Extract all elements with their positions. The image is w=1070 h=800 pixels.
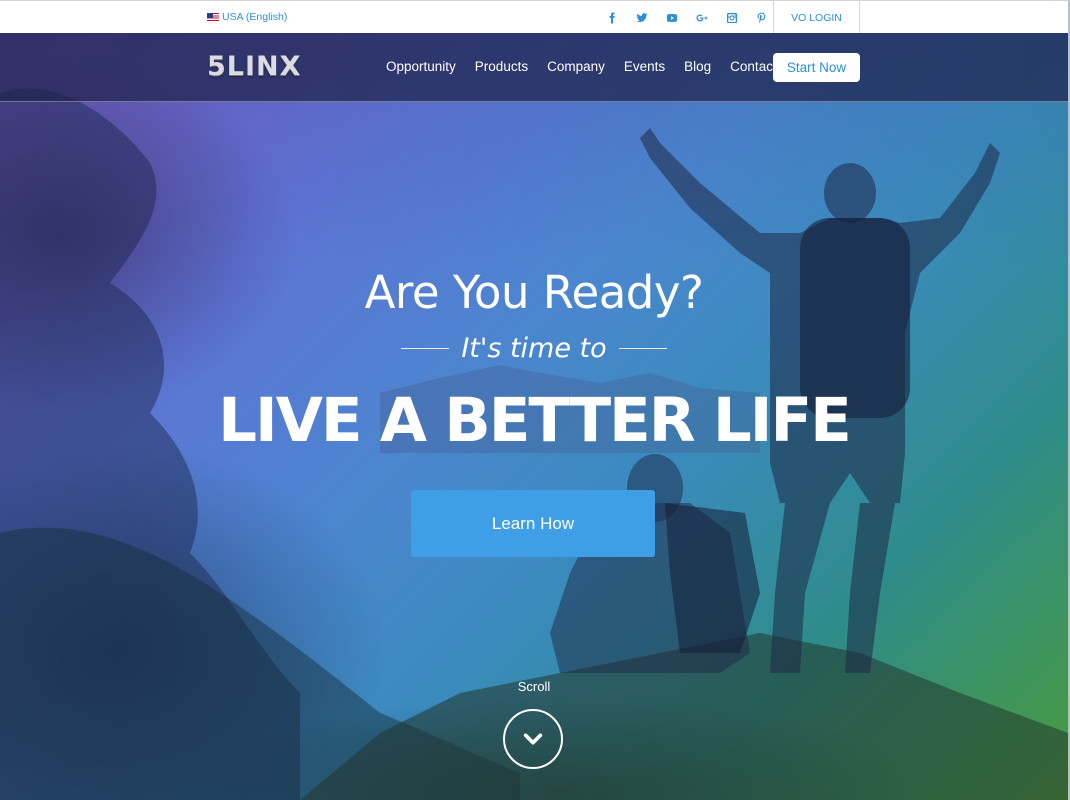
scroll-down-button[interactable] bbox=[503, 709, 563, 769]
primary-nav: Opportunity Products Company Events Blog… bbox=[386, 59, 796, 74]
twitter-icon[interactable] bbox=[627, 9, 657, 27]
tagline-divider-left bbox=[401, 348, 450, 349]
nav-events[interactable]: Events bbox=[624, 59, 665, 74]
chevron-down-icon bbox=[523, 733, 543, 745]
hero-title: LIVE A BETTER LIFE bbox=[218, 385, 852, 456]
top-utility-bar: USA (English) VO LOGIN bbox=[0, 0, 1070, 34]
vo-login-link[interactable]: VO LOGIN bbox=[773, 1, 860, 34]
facebook-icon[interactable] bbox=[597, 9, 627, 27]
nav-products[interactable]: Products bbox=[475, 59, 528, 74]
social-links bbox=[597, 9, 777, 27]
locale-label: USA (English) bbox=[222, 11, 288, 23]
nav-company[interactable]: Company bbox=[547, 59, 605, 74]
tagline-divider-right bbox=[618, 348, 667, 349]
nav-contact[interactable]: Contact bbox=[730, 59, 777, 74]
scroll-label: Scroll bbox=[517, 679, 551, 694]
tagline-text: It's time to bbox=[461, 333, 607, 364]
main-navbar: 5LINX Opportunity Products Company Event… bbox=[0, 33, 1068, 102]
youtube-icon[interactable] bbox=[657, 9, 687, 27]
us-flag-icon bbox=[207, 13, 219, 21]
nav-blog[interactable]: Blog bbox=[684, 59, 711, 74]
hero-section: 5LINX Opportunity Products Company Event… bbox=[0, 33, 1068, 800]
brand-logo[interactable]: 5LINX bbox=[207, 51, 301, 82]
start-now-button[interactable]: Start Now bbox=[773, 53, 860, 82]
nav-opportunity[interactable]: Opportunity bbox=[386, 59, 456, 74]
hero-headline: Are You Ready? bbox=[364, 266, 704, 319]
learn-how-button[interactable]: Learn How bbox=[411, 490, 655, 557]
google-plus-icon[interactable] bbox=[687, 9, 717, 27]
instagram-icon[interactable] bbox=[717, 9, 747, 27]
locale-selector[interactable]: USA (English) bbox=[207, 11, 287, 23]
hero-tagline: It's time to bbox=[0, 333, 1068, 364]
